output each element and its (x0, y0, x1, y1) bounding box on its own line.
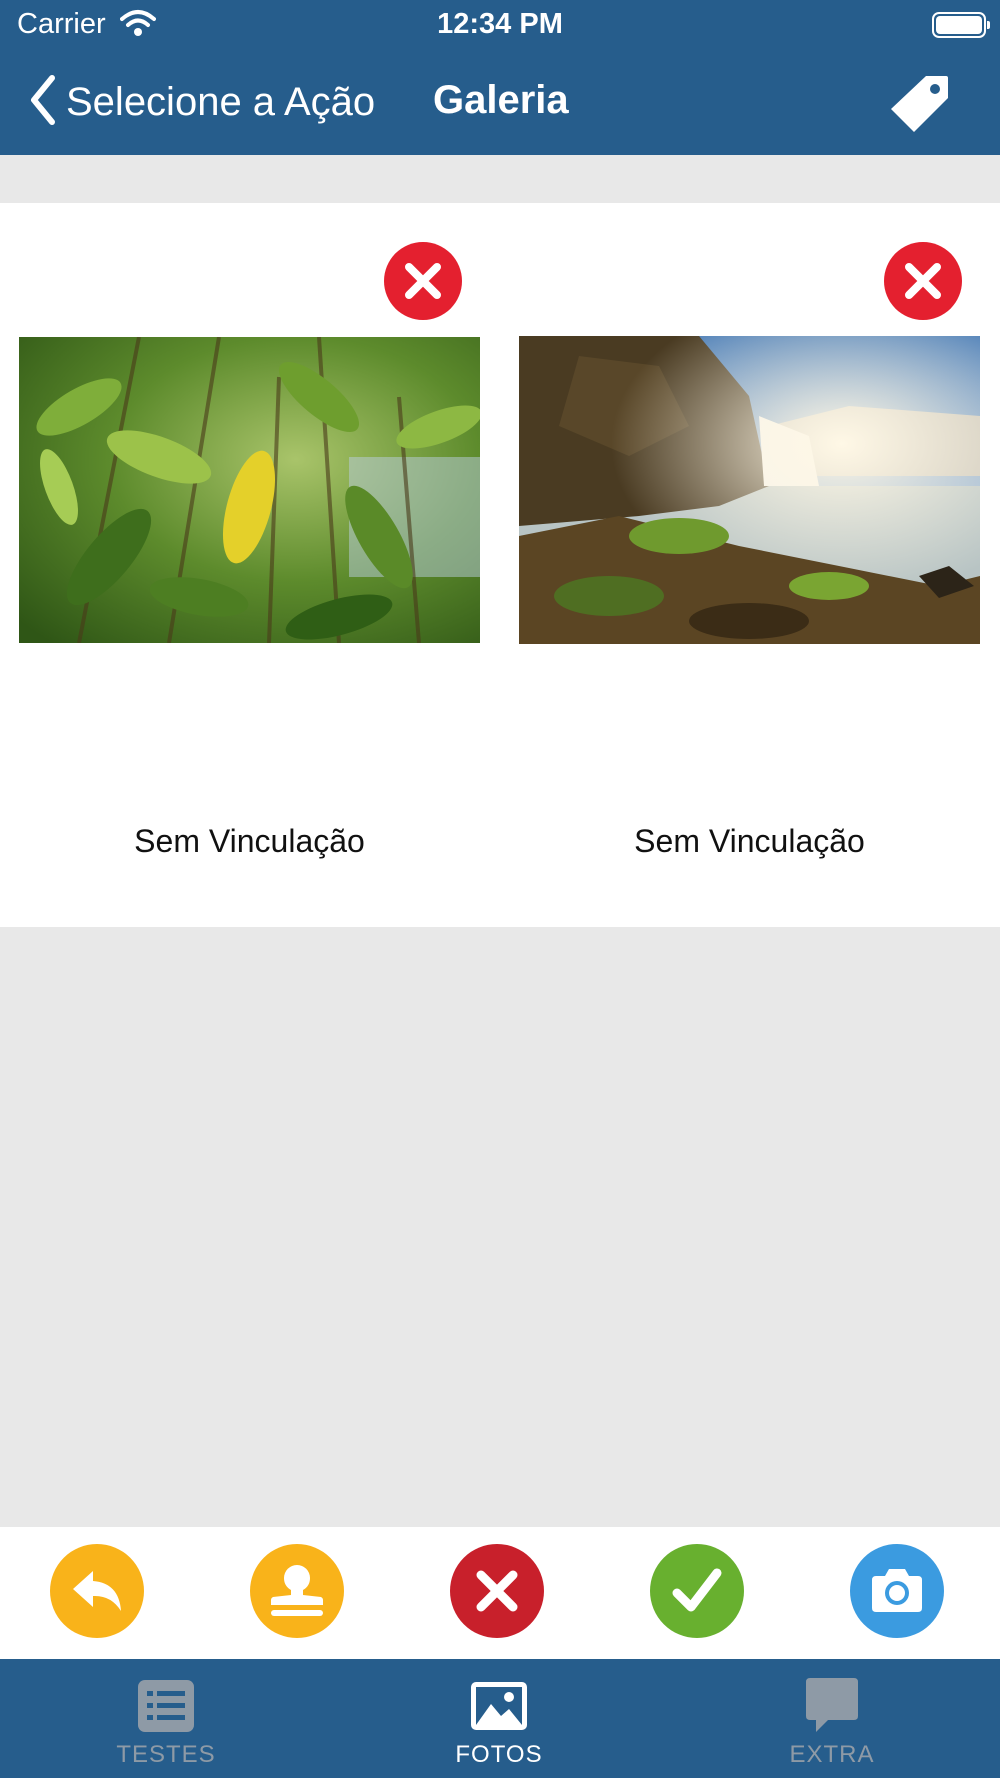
photo-card: Sem Vinculação (519, 203, 980, 927)
battery-icon (932, 12, 990, 38)
header: Carrier 12:34 PM Selecione a Ação Galeri… (0, 0, 1000, 155)
status-bar: Carrier 12:34 PM (0, 0, 1000, 50)
chat-bubble-icon (806, 1678, 858, 1732)
tab-fotos[interactable]: FOTOS (389, 1659, 609, 1778)
close-icon (884, 242, 962, 320)
page-title: Galeria (433, 78, 569, 122)
tab-testes[interactable]: TESTES (56, 1659, 276, 1778)
tab-label: FOTOS (455, 1741, 543, 1768)
reply-icon (73, 1571, 121, 1611)
leaves-photo[interactable] (19, 337, 480, 643)
image-icon (471, 1682, 527, 1730)
clock: 12:34 PM (437, 8, 563, 40)
stamp-icon (271, 1565, 323, 1616)
action-bar (0, 1527, 1000, 1659)
list-icon (138, 1680, 194, 1732)
back-button-label: Selecione a Ação (66, 79, 376, 124)
reject-button[interactable] (450, 1544, 544, 1638)
remove-photo-button[interactable] (884, 242, 962, 320)
remove-photo-button[interactable] (384, 242, 462, 320)
close-icon (384, 242, 462, 320)
check-icon (672, 1568, 722, 1612)
camera-button[interactable] (850, 1544, 944, 1638)
photo-caption: Sem Vinculação (634, 823, 865, 859)
camera-icon (872, 1569, 922, 1612)
approve-button[interactable] (650, 1544, 744, 1638)
waterfall-photo[interactable] (519, 336, 980, 644)
photo-gallery: Sem Vinculação Sem Vinculação (0, 203, 1000, 927)
photo-card: Sem Vinculação (19, 203, 480, 927)
tab-label: TESTES (116, 1741, 216, 1768)
chevron-left-icon (28, 74, 58, 131)
tab-label: EXTRA (789, 1741, 875, 1768)
tag-button[interactable] (888, 73, 950, 135)
close-icon (476, 1570, 518, 1612)
tab-bar: TESTES FOTOS EXTRA (0, 1659, 1000, 1778)
reply-button[interactable] (50, 1544, 144, 1638)
stamp-button[interactable] (250, 1544, 344, 1638)
photo-caption: Sem Vinculação (134, 823, 365, 859)
tag-icon (891, 76, 948, 132)
back-button[interactable]: Selecione a Ação (28, 74, 376, 131)
tab-extra[interactable]: EXTRA (722, 1659, 942, 1778)
